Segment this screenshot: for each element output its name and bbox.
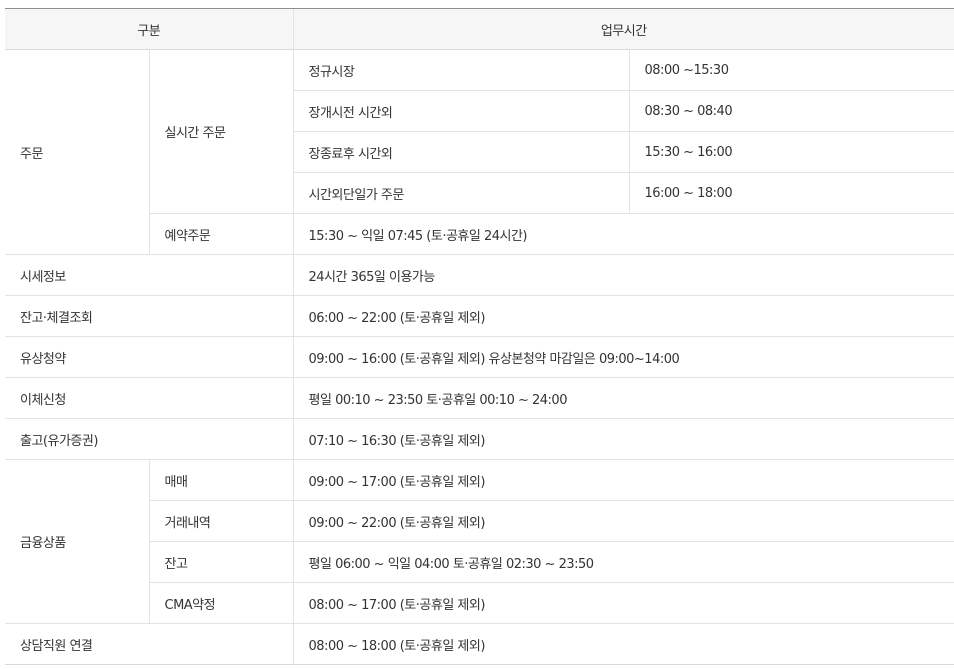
header-category: 구분 — [5, 8, 294, 50]
session-time: 08:30 ~ 08:40 — [628, 90, 954, 132]
table-row: 유상청약 09:00 ~ 16:00 (토·공휴일 제외) 유상본청약 마감일은… — [5, 336, 954, 378]
table-row: 시세정보 24시간 365일 이용가능 — [5, 254, 954, 296]
financial-item-time: 08:00 ~ 17:00 (토·공휴일 제외) — [292, 582, 954, 624]
financial-item-name: 잔고 — [148, 541, 294, 583]
table-row: 상담직원 연결 08:00 ~ 18:00 (토·공휴일 제외) — [5, 623, 954, 665]
session-name: 정규시장 — [292, 49, 630, 91]
header-hours: 업무시간 — [292, 8, 954, 50]
row-label-balance-inquiry: 잔고·체결조회 — [5, 295, 294, 337]
financial-item-name: CMA약정 — [148, 582, 294, 624]
row-label-rights-offering: 유상청약 — [5, 336, 294, 378]
reserve-time: 15:30 ~ 익일 07:45 (토·공휴일 24시간) — [292, 213, 954, 255]
row-label-consult: 상담직원 연결 — [5, 623, 294, 665]
row-label-withdrawal: 출고(유가증권) — [5, 418, 294, 460]
balance-inquiry-time: 06:00 ~ 22:00 (토·공휴일 제외) — [292, 295, 954, 337]
row-sublabel-reserve: 예약주문 — [148, 213, 294, 255]
row-label-financial: 금융상품 — [5, 459, 149, 624]
row-label-quote: 시세정보 — [5, 254, 294, 296]
financial-item-time: 09:00 ~ 17:00 (토·공휴일 제외) — [292, 459, 954, 501]
table-row: 금융상품 매매 09:00 ~ 17:00 (토·공휴일 제외) — [5, 459, 954, 624]
table-row: 잔고·체결조회 06:00 ~ 22:00 (토·공휴일 제외) — [5, 295, 954, 337]
row-label-transfer: 이체신청 — [5, 377, 294, 419]
quote-time: 24시간 365일 이용가능 — [292, 254, 954, 296]
financial-item-name: 거래내역 — [148, 500, 294, 542]
row-label-order: 주문 — [5, 49, 149, 255]
withdrawal-time: 07:10 ~ 16:30 (토·공휴일 제외) — [292, 418, 954, 460]
consult-time: 08:00 ~ 18:00 (토·공휴일 제외) — [292, 623, 954, 665]
row-sublabel-realtime: 실시간 주문 — [148, 49, 294, 214]
table-row: 이체신청 평일 00:10 ~ 23:50 토·공휴일 00:10 ~ 24:0… — [5, 377, 954, 419]
session-time: 08:00 ~15:30 — [628, 49, 954, 91]
financial-item-time: 09:00 ~ 22:00 (토·공휴일 제외) — [292, 500, 954, 542]
transfer-time: 평일 00:10 ~ 23:50 토·공휴일 00:10 ~ 24:00 — [292, 377, 954, 419]
session-time: 16:00 ~ 18:00 — [628, 172, 954, 214]
session-name: 시간외단일가 주문 — [292, 172, 630, 214]
session-time: 15:30 ~ 16:00 — [628, 131, 954, 173]
rights-offering-time: 09:00 ~ 16:00 (토·공휴일 제외) 유상본청약 마감일은 09:0… — [292, 336, 954, 378]
financial-item-time: 평일 06:00 ~ 익일 04:00 토·공휴일 02:30 ~ 23:50 — [292, 541, 954, 583]
table-row: 주문 실시간 주문 정규시장 08:00 ~15:30 — [5, 49, 954, 255]
business-hours-table: 구분 업무시간 주문 실시간 주문 정규시장 08:00 ~15:30 장개시전… — [5, 8, 954, 665]
session-name: 장개시전 시간외 — [292, 90, 630, 132]
table-row: 출고(유가증권) 07:10 ~ 16:30 (토·공휴일 제외) — [5, 418, 954, 460]
table-header-row: 구분 업무시간 — [5, 8, 954, 50]
session-name: 장종료후 시간외 — [292, 131, 630, 173]
financial-item-name: 매매 — [148, 459, 294, 501]
